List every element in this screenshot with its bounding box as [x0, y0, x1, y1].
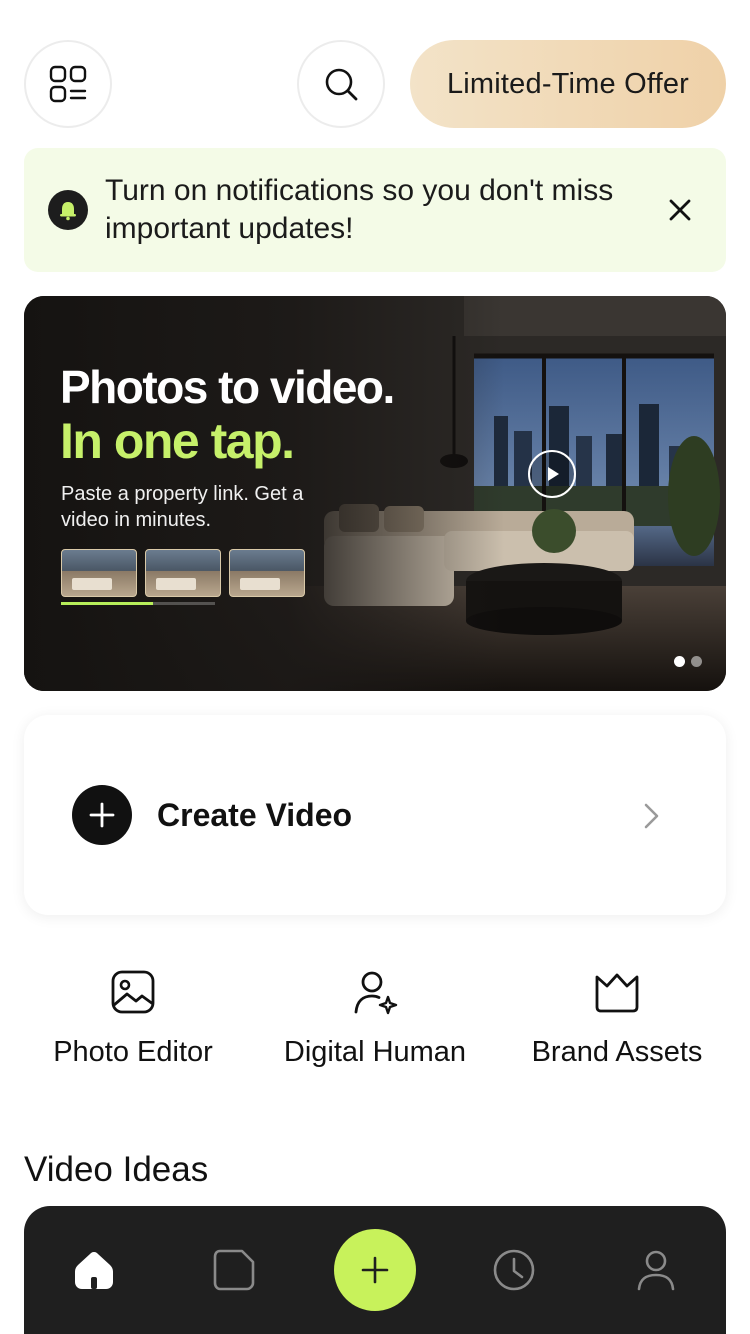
grid-menu-icon	[49, 65, 87, 103]
banner-thumbnail	[229, 549, 305, 597]
banner-progress-track	[61, 602, 215, 605]
banner-progress-fill	[61, 602, 154, 605]
chevron-right-icon	[644, 803, 659, 829]
notification-banner[interactable]: Turn on notifications so you don't miss …	[24, 148, 726, 272]
promo-banner[interactable]: Photos to video. In one tap. Paste a pro…	[24, 296, 726, 691]
crown-icon	[593, 968, 641, 1016]
notification-text: Turn on notifications so you don't miss …	[105, 174, 614, 245]
plus-icon	[361, 1256, 389, 1284]
profile-icon	[637, 1250, 675, 1291]
create-video-card[interactable]: Create Video	[24, 715, 726, 915]
plus-circle-icon	[72, 785, 132, 845]
play-button[interactable]	[528, 450, 576, 498]
banner-thumbnails	[61, 549, 305, 597]
close-icon	[669, 199, 691, 221]
close-notification-button[interactable]	[662, 192, 698, 228]
video-ideas-title: Video Ideas	[24, 1150, 209, 1189]
quick-action-photo-editor[interactable]: Photo Editor	[8, 968, 258, 1069]
limited-offer-button[interactable]: Limited-Time Offer	[410, 40, 726, 128]
folder-icon	[213, 1249, 255, 1291]
top-bar: Limited-Time Offer	[24, 40, 726, 128]
banner-title-line2: In one tap.	[60, 413, 295, 469]
banner-subtitle: Paste a property link. Get a video in mi…	[61, 483, 304, 531]
bell-icon	[48, 190, 88, 230]
user-sparkle-icon	[351, 968, 399, 1016]
quick-action-label: Brand Assets	[531, 1036, 703, 1068]
quick-action-brand-assets[interactable]: Brand Assets	[492, 968, 742, 1069]
bottom-tab-bar	[24, 1206, 726, 1334]
banner-thumbnail	[145, 549, 221, 597]
carousel-dot[interactable]	[691, 656, 702, 667]
tab-history[interactable]	[490, 1246, 538, 1294]
create-video-label: Create Video	[157, 797, 353, 833]
quick-actions: Photo Editor Digital Human Brand Assets	[0, 968, 750, 1078]
tab-home[interactable]	[70, 1246, 118, 1294]
tab-files[interactable]	[210, 1246, 258, 1294]
banner-title-line1: Photos to video.	[60, 361, 395, 413]
search-icon	[325, 68, 358, 101]
carousel-dot[interactable]	[674, 656, 685, 667]
menu-button[interactable]	[24, 40, 112, 128]
quick-action-label: Digital Human	[283, 1036, 467, 1068]
image-icon	[109, 968, 157, 1016]
play-icon	[548, 467, 559, 481]
tab-profile[interactable]	[632, 1246, 680, 1294]
home-icon	[75, 1252, 113, 1289]
search-button[interactable]	[297, 40, 385, 128]
quick-action-digital-human[interactable]: Digital Human	[250, 968, 500, 1069]
clock-icon	[493, 1249, 535, 1291]
banner-thumbnail	[61, 549, 137, 597]
carousel-pagination[interactable]	[674, 656, 702, 667]
tab-create[interactable]	[334, 1229, 416, 1311]
quick-action-label: Photo Editor	[53, 1036, 213, 1068]
